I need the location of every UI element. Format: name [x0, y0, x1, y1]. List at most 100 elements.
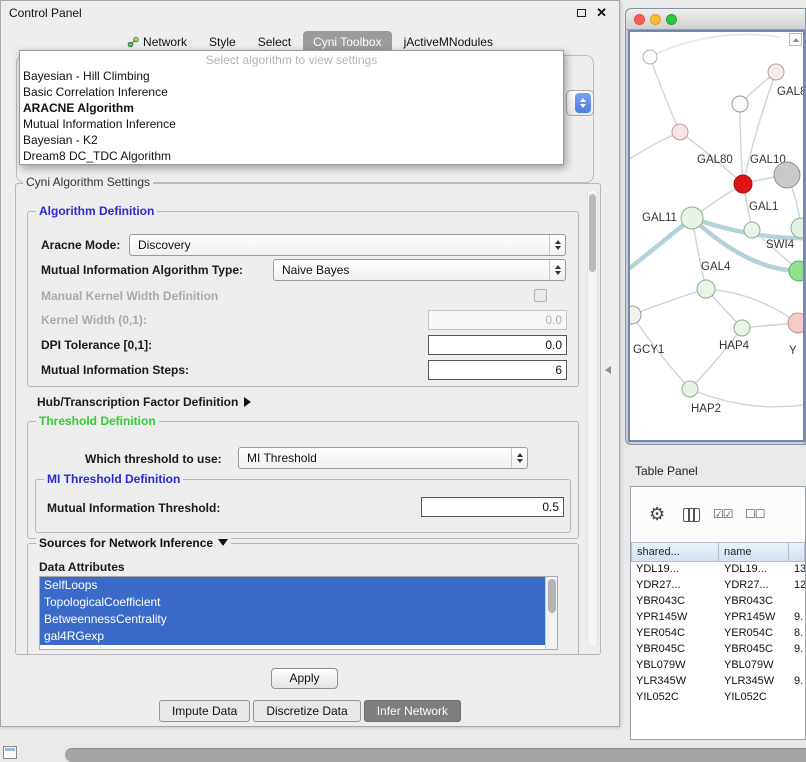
- network-node-swi4[interactable]: [791, 218, 805, 238]
- node-label: SWI4: [766, 239, 795, 251]
- network-window-titlebar[interactable]: [626, 9, 805, 30]
- which-threshold-label: Which threshold to use:: [85, 452, 222, 466]
- column-header[interactable]: shared...: [631, 542, 719, 562]
- table-cell: YBR045C: [631, 642, 719, 658]
- column-header[interactable]: name: [719, 542, 789, 562]
- control-panel-titlebar[interactable]: Control Panel ✕: [1, 1, 619, 25]
- network-node-gal80[interactable]: [672, 124, 688, 140]
- table-row[interactable]: YER054CYER054C8.: [631, 626, 805, 642]
- network-node[interactable]: [732, 96, 748, 112]
- bottom-tab-discretize-data[interactable]: Discretize Data: [253, 700, 360, 722]
- attribute-list-item[interactable]: BetweennessCentrality: [40, 611, 557, 628]
- bottom-tab-infer-network[interactable]: Infer Network: [364, 700, 461, 722]
- network-node-hap2[interactable]: [682, 381, 698, 397]
- mi-algorithm-type-select[interactable]: Naive Bayes: [273, 259, 566, 281]
- settings-scrollbar-thumb[interactable]: [589, 194, 596, 272]
- network-node-gcy1[interactable]: [630, 306, 641, 324]
- close-icon[interactable]: ✕: [596, 5, 607, 21]
- settings-scrollbar[interactable]: [587, 189, 598, 647]
- table-cell: YBL079W: [719, 658, 789, 674]
- network-view-window: GAL80GAL8GAL10GAL11GAL1SWI4GAL4GCY1YHAP4…: [625, 8, 806, 445]
- bottom-tab-impute-data[interactable]: Impute Data: [159, 700, 250, 722]
- table-cell: [789, 690, 805, 703]
- deselect-all-checkboxes-icon[interactable]: ☐☐: [745, 507, 765, 521]
- table-cell: 9.: [789, 674, 805, 690]
- algorithm-option-mutual-information-inference[interactable]: Mutual Information Inference: [20, 116, 563, 132]
- table-row[interactable]: YPR145WYPR145W9.: [631, 610, 805, 626]
- network-edge[interactable]: [740, 104, 743, 184]
- network-node[interactable]: [789, 261, 805, 281]
- attribute-list-item[interactable]: SelfLoops: [40, 577, 557, 594]
- network-edge[interactable]: [650, 35, 780, 58]
- panel-collapse-arrow-icon[interactable]: [605, 366, 611, 374]
- attribute-list-item[interactable]: TopologicalCoefficient: [40, 594, 557, 611]
- table-row[interactable]: YIL052CYIL052C: [631, 690, 805, 703]
- close-traffic-light-icon[interactable]: [634, 14, 645, 25]
- network-edge[interactable]: [706, 289, 798, 323]
- algorithm-option-dream8-dc-tdc-algorithm[interactable]: Dream8 DC_TDC Algorithm: [20, 148, 563, 164]
- zoom-traffic-light-icon[interactable]: [666, 14, 677, 25]
- algorithm-option-bayesian-hill-climbing[interactable]: Bayesian - Hill Climbing: [20, 68, 563, 84]
- attribute-list-item[interactable]: gal4RGexp: [40, 628, 557, 645]
- table-row[interactable]: YLR345WYLR345W9.: [631, 674, 805, 690]
- network-node-gal1[interactable]: [744, 222, 760, 238]
- list-scrollbar-thumb[interactable]: [548, 579, 556, 613]
- table-row[interactable]: YDL19...YDL19...13: [631, 562, 805, 578]
- network-edge[interactable]: [630, 132, 680, 162]
- algorithm-combobox-button[interactable]: [566, 90, 594, 116]
- minimize-traffic-light-icon[interactable]: [650, 14, 661, 25]
- sources-legend-text: Sources for Network Inference: [39, 536, 213, 550]
- algorithm-option-aracne-algorithm[interactable]: ARACNE Algorithm: [20, 100, 563, 116]
- chevron-updown-icon: [549, 235, 565, 255]
- network-edge[interactable]: [630, 218, 692, 272]
- network-edge[interactable]: [650, 57, 680, 132]
- float-window-icon[interactable]: [577, 9, 586, 17]
- network-node-gal4[interactable]: [697, 280, 715, 298]
- chevron-updown-icon: [549, 260, 565, 280]
- which-threshold-select[interactable]: MI Threshold: [238, 447, 528, 469]
- network-node-gal11[interactable]: [681, 207, 703, 229]
- network-node-y[interactable]: [788, 313, 805, 333]
- list-scrollbar[interactable]: [545, 577, 557, 649]
- sources-legend[interactable]: Sources for Network Inference: [36, 536, 231, 550]
- manual-kernel-checkbox[interactable]: [534, 289, 547, 302]
- hub-section-toggle[interactable]: Hub/Transcription Factor Definition: [37, 395, 251, 409]
- tab-label: Network: [143, 35, 187, 49]
- column-header[interactable]: [789, 542, 805, 562]
- table-header-row: shared...name: [631, 542, 805, 562]
- network-node-hap4[interactable]: [734, 320, 750, 336]
- columns-icon[interactable]: [683, 508, 700, 522]
- bottom-scrollbar[interactable]: [65, 748, 806, 762]
- network-edge[interactable]: [743, 72, 776, 184]
- table-row[interactable]: YBR045CYBR045C9.: [631, 642, 805, 658]
- table-row[interactable]: YBL079WYBL079W: [631, 658, 805, 674]
- network-node-gal8[interactable]: [768, 64, 784, 80]
- network-node[interactable]: [774, 162, 800, 188]
- scroll-up-button[interactable]: [789, 33, 802, 46]
- dpi-tolerance-input[interactable]: [428, 335, 567, 355]
- network-edge[interactable]: [690, 328, 742, 389]
- kernel-width-input[interactable]: [428, 310, 567, 330]
- up-arrow-icon: [793, 38, 799, 42]
- table-body: YDL19...YDL19...13YDR27...YDR27...12YBR0…: [631, 562, 805, 703]
- collapse-arrow-icon: [218, 539, 228, 546]
- network-canvas[interactable]: GAL80GAL8GAL10GAL11GAL1SWI4GAL4GCY1YHAP4…: [628, 30, 805, 442]
- table-cell: YIL052C: [719, 690, 789, 703]
- control-panel-window: Control Panel ✕ NetworkStyleSelectCyni T…: [0, 0, 620, 727]
- network-node-gal10[interactable]: [734, 175, 752, 193]
- panel-dock-icon[interactable]: [3, 746, 17, 759]
- mi-steps-input[interactable]: [428, 360, 567, 380]
- table-row[interactable]: YBR043CYBR043C: [631, 594, 805, 610]
- table-row[interactable]: YDR27...YDR27...12: [631, 578, 805, 594]
- table-cell: 9.: [789, 610, 805, 626]
- network-edge[interactable]: [632, 289, 706, 315]
- table-cell: 8.: [789, 626, 805, 642]
- apply-button[interactable]: Apply: [271, 668, 338, 689]
- mi-threshold-input[interactable]: [421, 497, 564, 517]
- select-all-checkboxes-icon[interactable]: ☑☑: [713, 507, 733, 521]
- algorithm-option-basic-correlation-inference[interactable]: Basic Correlation Inference: [20, 84, 563, 100]
- aracne-mode-select[interactable]: Discovery: [129, 234, 566, 256]
- network-node[interactable]: [643, 50, 657, 64]
- algorithm-option-bayesian-k2[interactable]: Bayesian - K2: [20, 132, 563, 148]
- gear-icon[interactable]: ⚙: [649, 505, 665, 523]
